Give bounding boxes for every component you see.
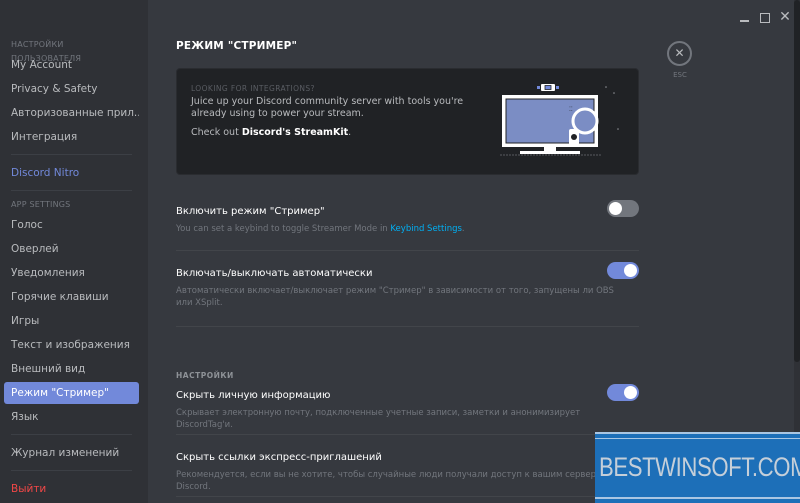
sidebar-item-logout[interactable]: Выйти	[4, 478, 139, 500]
sidebar-item-discord-nitro[interactable]: Discord Nitro	[4, 162, 139, 184]
maximize-icon[interactable]	[758, 10, 772, 24]
toggle-knob	[624, 264, 637, 277]
sidebar-item-my-account[interactable]: My Account	[4, 54, 139, 76]
setting-title: Включать/выключать автоматически	[176, 268, 373, 279]
esc-close-button[interactable]: ✕ ESC	[667, 41, 693, 79]
sidebar-item-text-images[interactable]: Текст и изображения	[4, 334, 139, 356]
sidebar-divider	[11, 190, 132, 191]
setting-title: Скрыть личную информацию	[176, 390, 331, 401]
hide-personal-info-toggle[interactable]	[607, 384, 639, 401]
section-label-options: НАСТРОЙКИ	[176, 371, 234, 380]
sidebar-item-overlay[interactable]: Оверлей	[4, 238, 139, 260]
divider	[176, 496, 639, 497]
settings-sidebar: НАСТРОЙКИ ПОЛЬЗОВАТЕЛЯ My Account Privac…	[0, 0, 148, 503]
setting-desc: You can set a keybind to toggle Streamer…	[176, 223, 639, 235]
sidebar-divider	[11, 470, 132, 471]
page-title: РЕЖИМ "СТРИМЕР"	[176, 40, 298, 52]
setting-hide-invite-links: Скрыть ссылки экспресс-приглашений Реком…	[176, 452, 639, 493]
setting-desc-text: You can set a keybind to toggle Streamer…	[176, 224, 391, 234]
setting-hide-personal-info: Скрыть личную информацию Скрывает электр…	[176, 384, 639, 431]
promo-link-line: Check out Discord's StreamKit.	[191, 127, 351, 138]
watermark-text: BESTWINSOFT.COM	[599, 452, 800, 482]
sidebar-item-authorized-apps[interactable]: Авторизованные прил...	[4, 102, 139, 124]
setting-desc: Скрывает электронную почту, подключенные…	[176, 408, 581, 430]
sidebar-item-notifications[interactable]: Уведомления	[4, 262, 139, 284]
watermark-banner: BESTWINSOFT.COM	[595, 432, 800, 503]
setting-auto-toggle: Включать/выключать автоматически Автомат…	[176, 262, 639, 309]
setting-title: Скрыть ссылки экспресс-приглашений	[176, 452, 382, 463]
streamkit-link[interactable]: Discord's StreamKit	[242, 127, 348, 138]
sidebar-divider	[11, 434, 132, 435]
sidebar-item-voice[interactable]: Голос	[4, 214, 139, 236]
sidebar-item-privacy-safety[interactable]: Privacy & Safety	[4, 78, 139, 100]
window-close-icon[interactable]: ✕	[778, 10, 792, 24]
setting-enable-streamer-mode: Включить режим "Стример" You can set a k…	[176, 200, 639, 235]
sidebar-item-changelog[interactable]: Журнал изменений	[4, 442, 139, 464]
divider	[176, 326, 639, 327]
setting-desc-suffix: .	[461, 224, 465, 234]
divider	[176, 250, 639, 251]
sidebar-header-app-settings: APP SETTINGS	[11, 200, 71, 209]
promo-eyebrow: LOOKING FOR INTEGRATIONS?	[191, 84, 315, 93]
streamer-mode-toggle[interactable]	[607, 200, 639, 217]
promo-text: Juice up your Discord community server w…	[191, 96, 464, 119]
sidebar-list: НАСТРОЙКИ ПОЛЬЗОВАТЕЛЯ My Account Privac…	[4, 38, 139, 502]
sidebar-item-integrations[interactable]: Интеграция	[4, 126, 139, 148]
promo-link-prefix: Check out	[191, 127, 242, 138]
sidebar-item-streamer-mode[interactable]: Режим "Стример"	[4, 382, 139, 404]
close-icon[interactable]: ✕	[667, 41, 692, 66]
minimize-icon[interactable]	[738, 10, 752, 24]
divider	[176, 434, 639, 435]
setting-desc: Рекомендуется, если вы не хотите, чтобы …	[176, 470, 608, 492]
setting-desc: Автоматически включает/выключает режим "…	[176, 286, 614, 308]
promo-link-suffix: .	[348, 127, 352, 138]
sidebar-divider	[11, 154, 132, 155]
sidebar-item-keybinds[interactable]: Горячие клавиши	[4, 286, 139, 308]
toggle-knob	[624, 386, 637, 399]
sidebar-header-user-settings: НАСТРОЙКИ ПОЛЬЗОВАТЕЛЯ	[11, 40, 82, 63]
setting-title: Включить режим "Стример"	[176, 206, 325, 217]
toggle-knob	[609, 202, 622, 215]
sidebar-item-appearance[interactable]: Внешний вид	[4, 358, 139, 380]
scrollbar-thumb[interactable]	[794, 0, 800, 362]
esc-label: ESC	[673, 71, 687, 79]
monitor-illustration-icon: ⁚⁚	[500, 84, 619, 156]
auto-toggle-switch[interactable]	[607, 262, 639, 279]
sidebar-item-games[interactable]: Игры	[4, 310, 139, 332]
keybind-settings-link[interactable]: Keybind Settings	[390, 224, 462, 234]
streamkit-promo-card: LOOKING FOR INTEGRATIONS? Juice up your …	[176, 68, 639, 175]
svg-text:⁚⁚: ⁚⁚	[569, 106, 573, 113]
sidebar-item-language[interactable]: Язык	[4, 406, 139, 428]
settings-content: РЕЖИМ "СТРИМЕР" LOOKING FOR INTEGRATIONS…	[148, 0, 800, 503]
